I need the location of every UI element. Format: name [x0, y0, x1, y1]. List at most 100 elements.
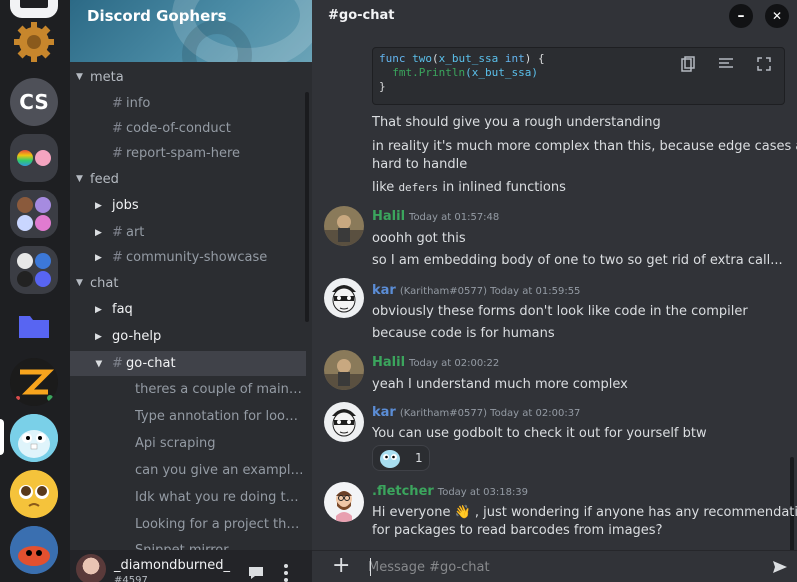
reaction-button[interactable]: 1	[372, 445, 430, 471]
folder-icon	[19, 316, 49, 338]
expand-arrow-icon: ▶	[95, 331, 102, 342]
inbox-icon	[20, 0, 48, 8]
close-button[interactable]: ✕	[765, 4, 789, 28]
channel-jobs[interactable]: ▶ jobs	[70, 193, 306, 218]
server-rust[interactable]	[10, 526, 58, 574]
message-author[interactable]: Halil Today at 02:00:22	[372, 355, 499, 370]
avatar[interactable]	[324, 350, 364, 390]
channel-report-spam-here[interactable]: # report-spam-here	[70, 141, 306, 166]
dot	[284, 578, 288, 582]
message-author[interactable]: .fletcher Today at 03:18:39	[372, 484, 528, 499]
channel-community-showcase[interactable]: ▶ # community-showcase	[70, 245, 306, 270]
chat-panel: #go-chat – ✕ func two(x_but_ssa int) { f…	[312, 0, 797, 582]
thread-item[interactable]: Looking for a project that uses	[135, 512, 305, 537]
server-gophers[interactable]	[10, 414, 58, 462]
message-input[interactable]	[368, 557, 758, 577]
message-text: yeah I understand much more complex	[372, 377, 628, 392]
channel-faq[interactable]: ▶ faq	[70, 297, 306, 322]
category-chat[interactable]: ▼ chat	[76, 273, 118, 293]
author-name: kar	[372, 283, 396, 298]
inline-code: defers	[398, 181, 439, 194]
chat-bubble-icon[interactable]	[248, 566, 264, 580]
thread-item[interactable]: Api scraping	[135, 431, 305, 456]
copy-icon[interactable]	[678, 56, 698, 72]
hash-icon: #	[112, 96, 123, 111]
channel-go-help[interactable]: ▶ go-help	[70, 324, 306, 349]
message-text: for packages to read barcodes from image…	[372, 523, 663, 538]
avatar[interactable]	[76, 554, 106, 582]
channel-name: report-spam-here	[126, 146, 241, 161]
minimize-button[interactable]: –	[729, 4, 753, 28]
thread-item[interactable]: theres a couple of maintainers	[135, 377, 305, 402]
server-icon-top[interactable]	[10, 0, 58, 18]
message-text: in reality it's much more complex than t…	[372, 139, 797, 154]
message-text: because code is for humans	[372, 326, 555, 341]
channel-name: jobs	[112, 198, 139, 213]
server-gear[interactable]	[10, 18, 58, 66]
server-cs-initials: CS	[19, 90, 49, 114]
channel-info[interactable]: # info	[70, 91, 306, 116]
collapse-arrow-icon: ▼	[76, 174, 83, 184]
rainbow-server-mini	[17, 150, 33, 166]
server-mini	[35, 197, 51, 213]
channel-name: art	[126, 225, 145, 240]
message-author[interactable]: kar (Karitham#0577) Today at 01:59:55	[372, 283, 580, 298]
server-emoji[interactable]	[10, 470, 58, 518]
avatar[interactable]	[324, 482, 364, 522]
server-folder-2[interactable]	[10, 190, 58, 238]
thread-item[interactable]: can you give an example please	[135, 458, 305, 483]
code-line: }	[379, 80, 386, 93]
pink-server-mini	[35, 150, 51, 166]
thread-item[interactable]: Idk what you re doing there	[135, 485, 305, 510]
channel-name: code-of-conduct	[126, 121, 231, 136]
message-author[interactable]: Halil Today at 01:57:48	[372, 209, 499, 224]
hash-icon: #	[112, 146, 123, 161]
more-options-button[interactable]	[282, 564, 290, 582]
collapse-arrow-icon: ▶	[93, 360, 104, 367]
linux-server-mini	[17, 271, 33, 287]
add-attachment-button[interactable]: +	[332, 555, 350, 577]
channel-code-of-conduct[interactable]: # code-of-conduct	[70, 116, 306, 141]
category-label: chat	[90, 275, 119, 291]
message-timestamp: (Karitham#0577) Today at 02:00:37	[399, 408, 581, 419]
author-name: kar	[372, 405, 396, 420]
thread-item[interactable]: Type annotation for loop variables	[135, 404, 305, 429]
code-block-actions	[678, 56, 774, 72]
zig-logo-icon	[10, 358, 58, 406]
avatar[interactable]	[324, 206, 364, 246]
send-icon[interactable]	[772, 559, 788, 575]
message-timestamp: Today at 03:18:39	[437, 487, 529, 498]
author-name: Halil	[372, 209, 406, 224]
category-meta[interactable]: ▼ meta	[76, 67, 124, 87]
message-text: like defers in inlined functions	[372, 180, 566, 195]
message-timestamp: Today at 02:00:22	[409, 358, 500, 369]
hash-icon: #	[112, 250, 123, 265]
message-text: Hi everyone 👋 , just wondering if anyone…	[372, 505, 797, 520]
category-feed[interactable]: ▼ feed	[76, 169, 119, 189]
message-text: obviously these forms don't look like co…	[372, 304, 748, 319]
dot	[284, 571, 288, 575]
minimize-icon: –	[737, 8, 745, 24]
channel-go-chat[interactable]: ▶ # go-chat	[70, 351, 306, 376]
server-folder-blue[interactable]	[10, 302, 58, 350]
server-banner[interactable]: Discord Gophers	[70, 0, 312, 62]
message-author[interactable]: kar (Karitham#0577) Today at 02:00:37	[372, 405, 580, 420]
reaction-count: 1	[415, 451, 423, 465]
channel-name: community-showcase	[126, 250, 268, 265]
channel-art[interactable]: ▶ # art	[70, 220, 306, 245]
collapse-arrow-icon: ▼	[76, 72, 83, 82]
server-folder-3[interactable]	[10, 246, 58, 294]
server-zig[interactable]	[10, 358, 58, 406]
avatar[interactable]	[324, 402, 364, 442]
fullscreen-icon[interactable]	[754, 56, 774, 72]
avatar[interactable]	[324, 278, 364, 318]
author-name: .fletcher	[372, 484, 434, 499]
pleading-face-icon	[10, 470, 58, 518]
server-mini	[17, 197, 33, 213]
hash-icon: #	[112, 356, 123, 371]
server-folder-1[interactable]	[10, 134, 58, 182]
ferris-crab-icon	[10, 526, 58, 574]
server-cs[interactable]: CS	[10, 78, 58, 126]
wrap-text-icon[interactable]	[716, 56, 736, 72]
message-text: That should give you a rough understandi…	[372, 115, 661, 130]
